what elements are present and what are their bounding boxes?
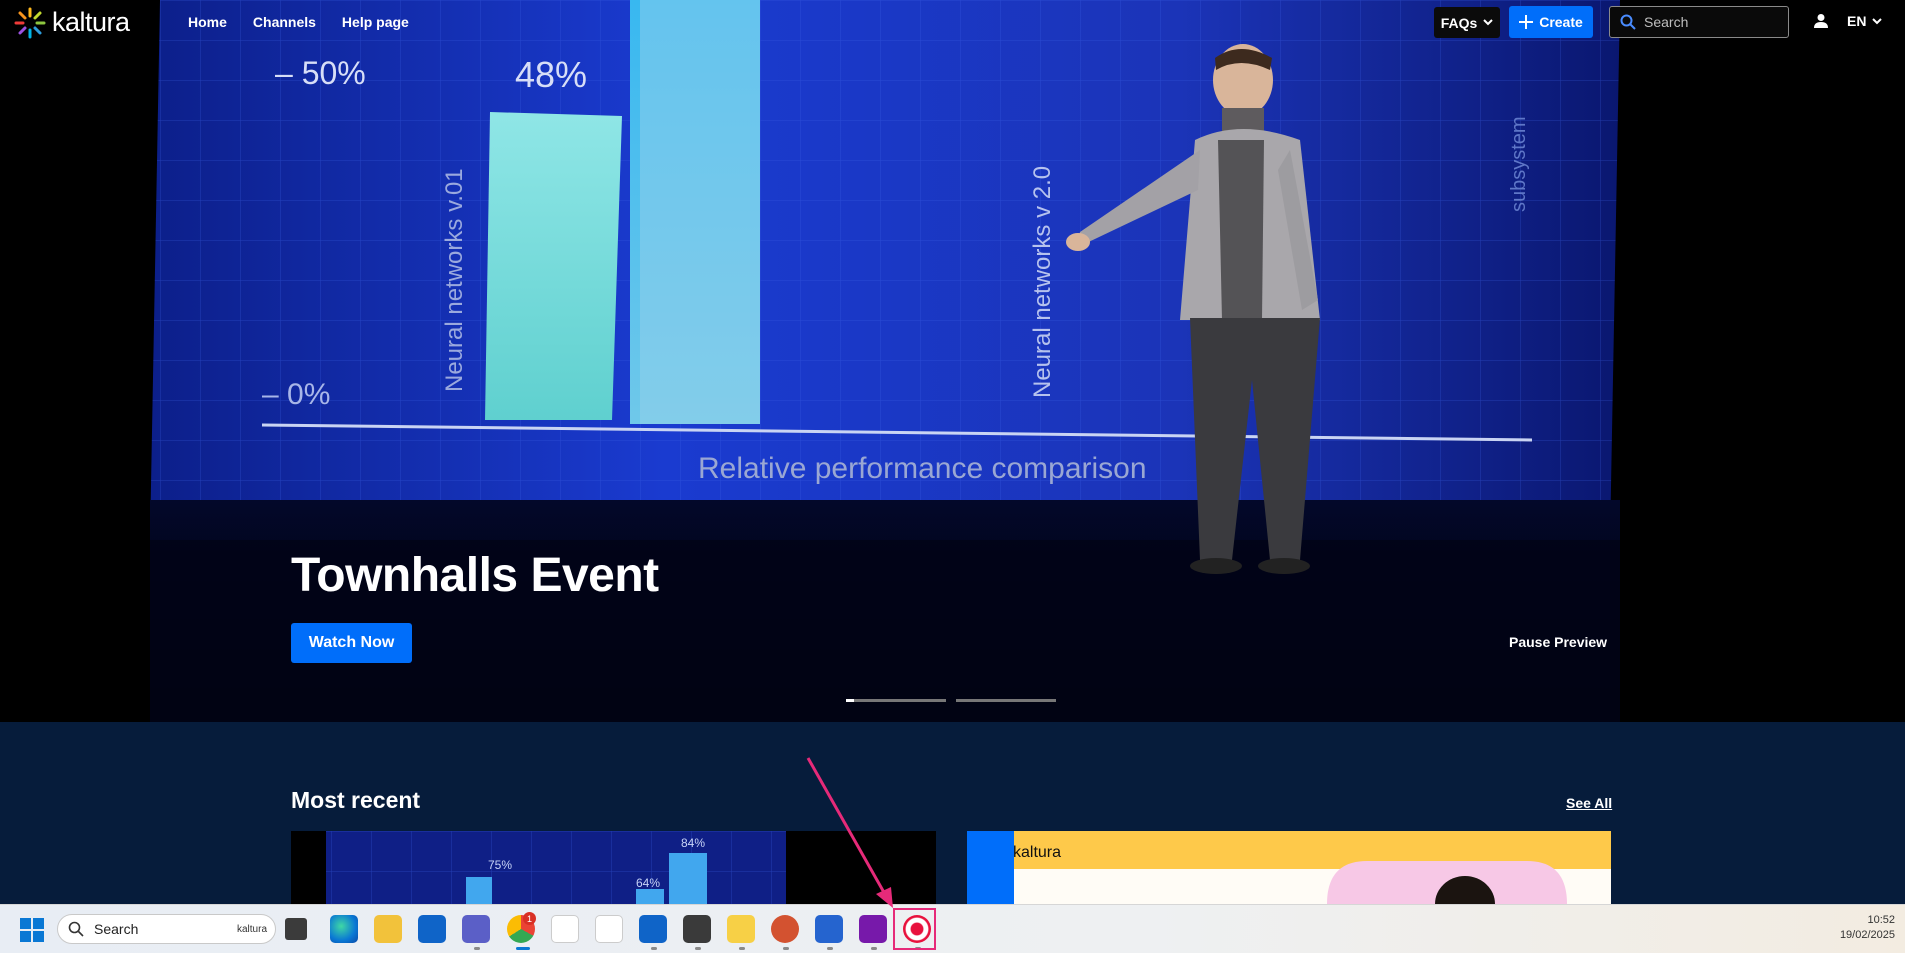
taskbar-search-brand: kaltura xyxy=(236,923,267,935)
user-menu-button[interactable] xyxy=(1813,13,1829,34)
most-recent-section: Most recent See All 75% 64% 84% kaltura xyxy=(0,722,1905,904)
search-icon xyxy=(68,921,84,937)
running-indicator xyxy=(474,947,480,950)
running-indicator xyxy=(651,947,657,950)
running-indicator xyxy=(871,947,877,950)
user-icon xyxy=(1814,14,1828,28)
taskbar-search[interactable]: Search kaltura xyxy=(57,914,276,944)
screen-pct-48: 48% xyxy=(515,54,587,95)
screen-bar2-label: Neural networks v 2.0 xyxy=(1029,166,1056,398)
hero-banner: – 50% 48% – 0% Neural networks v.01 Neur… xyxy=(0,0,1905,722)
running-indicator xyxy=(827,947,833,950)
faqs-label: FAQs xyxy=(1440,14,1478,31)
file-explorer-icon[interactable] xyxy=(374,915,402,943)
teams-icon[interactable] xyxy=(462,915,490,943)
onenote-icon[interactable] xyxy=(859,915,887,943)
card-brand: kaltura xyxy=(1013,844,1061,861)
powerpoint-icon[interactable] xyxy=(771,915,799,943)
card-label-2: 64% xyxy=(636,876,660,890)
chevron-down-icon xyxy=(1483,19,1493,26)
brand-name: kaltura xyxy=(52,6,130,37)
running-indicator xyxy=(783,947,789,950)
language-selector[interactable]: EN xyxy=(1847,13,1883,29)
top-navigation: kaltura Home Channels Help page FAQs Cre… xyxy=(0,0,1905,46)
chrome-badge: 1 xyxy=(523,912,536,925)
language-label: EN xyxy=(1847,13,1867,29)
nav-home[interactable]: Home xyxy=(188,14,227,30)
hero-title: Townhalls Event xyxy=(291,549,659,602)
screen-pct-50: – 50% xyxy=(275,55,366,91)
card-label-1: 75% xyxy=(488,858,512,872)
kaltura-app-icon[interactable] xyxy=(551,915,579,943)
outlook-icon[interactable] xyxy=(418,915,446,943)
taskbar-search-placeholder: Search xyxy=(94,921,139,937)
highlight-box xyxy=(893,908,936,950)
screen-side-label: subsystem xyxy=(1508,116,1530,212)
pause-preview-button[interactable]: Pause Preview xyxy=(1509,634,1607,650)
outlook-new-icon[interactable] xyxy=(639,915,667,943)
clock-date: 19/02/2025 xyxy=(1839,929,1895,941)
faqs-dropdown[interactable]: FAQs xyxy=(1434,7,1500,38)
clock-time: 10:52 xyxy=(1867,914,1895,926)
main-nav: Home Channels Help page xyxy=(188,14,409,30)
kaltura-logo-icon xyxy=(14,7,46,39)
sublime-icon[interactable] xyxy=(683,915,711,943)
card-label-3: 84% xyxy=(681,836,705,850)
nav-help-page[interactable]: Help page xyxy=(342,14,409,30)
windows-taskbar: Search kaltura 1 10:52 19/02/2025 xyxy=(0,904,1905,953)
chevron-down-icon xyxy=(1872,17,1883,24)
system-clock[interactable]: 10:52 19/02/2025 xyxy=(1840,913,1895,943)
watch-now-button[interactable]: Watch Now xyxy=(291,623,412,663)
create-button[interactable]: Create xyxy=(1509,6,1593,38)
see-all-link[interactable]: See All xyxy=(1566,795,1612,811)
carousel-dot-2[interactable] xyxy=(956,699,1056,702)
sticky-notes-icon[interactable] xyxy=(727,915,755,943)
search-input[interactable] xyxy=(1644,14,1774,30)
card-thumbnail: 75% 64% 84% xyxy=(326,831,786,904)
task-view-icon[interactable] xyxy=(285,918,307,940)
edge-icon[interactable] xyxy=(330,915,358,943)
windows-logo-icon xyxy=(20,918,44,942)
screen-bar1-label: Neural networks v.01 xyxy=(441,168,468,392)
screen-pct-0: – 0% xyxy=(262,378,330,411)
running-indicator xyxy=(739,947,745,950)
media-card[interactable]: 75% 64% 84% xyxy=(291,831,936,904)
running-indicator xyxy=(695,947,701,950)
active-indicator xyxy=(516,947,530,950)
card-thumbnail: kaltura xyxy=(967,831,1611,904)
header-search[interactable] xyxy=(1609,6,1789,38)
windows-start-button[interactable] xyxy=(20,918,44,947)
create-label: Create xyxy=(1539,14,1583,30)
todo-icon[interactable] xyxy=(815,915,843,943)
media-card[interactable]: kaltura xyxy=(967,831,1611,904)
carousel-indicators xyxy=(846,699,1056,702)
section-title: Most recent xyxy=(291,787,421,813)
carousel-dot-1[interactable] xyxy=(846,699,946,702)
hero-video-preview: – 50% 48% – 0% Neural networks v.01 Neur… xyxy=(0,0,1905,722)
kaltura-logo[interactable]: kaltura xyxy=(14,7,130,39)
screen-axis-caption: Relative performance comparison xyxy=(698,452,1147,485)
company-portal-icon[interactable] xyxy=(595,915,623,943)
search-icon xyxy=(1620,14,1636,30)
nav-channels[interactable]: Channels xyxy=(253,14,316,30)
plus-icon xyxy=(1519,15,1534,29)
